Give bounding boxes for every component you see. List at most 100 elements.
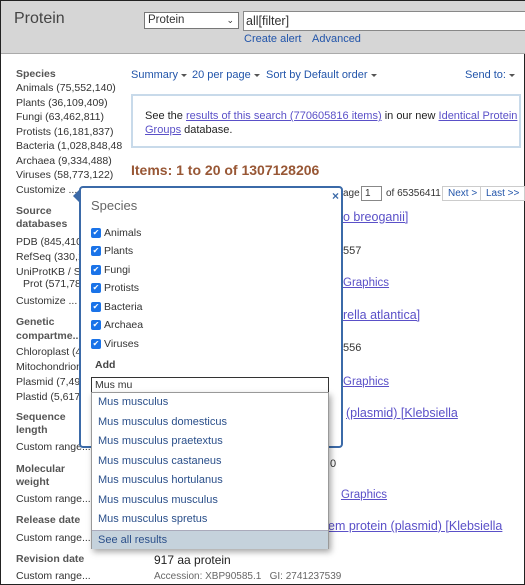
molwt-custom-range[interactable]: Custom range... (16, 493, 91, 505)
close-icon[interactable]: × (332, 189, 339, 203)
ipg-link[interactable]: Identical Protein (439, 110, 518, 122)
page-count: of 65356411 (386, 188, 441, 199)
result-title-4[interactable]: em protein (plasmid) [Klebsiella (328, 519, 502, 533)
result-length-4: 917 aa protein (154, 553, 231, 567)
checkbox-viruses[interactable]: ✔ Viruses (91, 338, 139, 350)
page-label: age (343, 188, 360, 199)
suggestion-item[interactable]: Mus musculus castaneus (92, 452, 328, 472)
filter-uniprot[interactable]: UniProtKB / Sv (16, 266, 86, 278)
checkbox-label: Viruses (104, 338, 139, 350)
suggestion-item[interactable]: Mus musculus praetextus (92, 432, 328, 452)
filter-plasmid[interactable]: Plasmid (7,493 (16, 376, 86, 388)
filter-refseq[interactable]: RefSeq (330,1 (16, 251, 84, 263)
result-title-3[interactable]: (plasmid) [Klebsiella (346, 406, 458, 420)
sort-dropdown[interactable]: Sort by Default order (266, 69, 377, 81)
summary-dropdown[interactable]: Summary (131, 69, 188, 81)
checkbox-checked-icon: ✔ (91, 302, 101, 313)
add-label: Add (95, 359, 116, 371)
result-gi-2: 556 (343, 342, 362, 354)
checkbox-checked-icon: ✔ (91, 283, 101, 294)
source-heading-2: databases (16, 218, 68, 230)
filter-protists[interactable]: Protists (16,181,837) (16, 126, 113, 138)
checkbox-label: Protists (104, 282, 140, 294)
chevron-down-icon: ⌄ (226, 15, 234, 25)
send-to-dropdown[interactable]: Send to: (465, 69, 515, 81)
suggestion-item[interactable]: Mus musculus musculus (92, 491, 328, 511)
species-heading: Species (16, 68, 56, 80)
header: Protein Protein ⌄ all[filter] Create aler… (1, 1, 525, 54)
autocomplete-dropdown: Mus musculus Mus musculus domesticus Mus… (91, 392, 329, 549)
filter-archaea[interactable]: Archaea (9,334,488) (16, 155, 112, 167)
source-heading: Source (16, 205, 52, 217)
filter-plastid[interactable]: Plastid (5,617, (16, 391, 83, 403)
source-customize-link[interactable]: Customize ... (16, 295, 77, 307)
filter-fungi[interactable]: Fungi (63,462,811) (16, 111, 104, 123)
checkbox-animals[interactable]: ✔ Animals (91, 227, 141, 239)
advanced-link[interactable]: Advanced (312, 33, 361, 45)
result-title-2[interactable]: rella atlantica] (343, 308, 420, 322)
result-accession-4: Accession: XBP90585.1 GI: 2741237539 (154, 571, 342, 582)
per-page-dropdown[interactable]: 20 per page (192, 69, 260, 81)
filter-uniprot-2[interactable]: Prot (571,788 (23, 278, 87, 290)
suggestion-item[interactable]: Mus musculus domesticus (92, 413, 328, 433)
filter-mitochondrion[interactable]: Mitochondrion (16, 361, 82, 373)
seqlen-heading: Sequence (16, 411, 66, 423)
summary-label: Summary (131, 69, 179, 81)
filter-plants[interactable]: Plants (36,109,409) (16, 97, 108, 109)
checkbox-bacteria[interactable]: ✔ Bacteria (91, 301, 143, 313)
checkbox-checked-icon: ✔ (91, 228, 101, 239)
last-button[interactable]: Last >> (480, 186, 525, 201)
filter-animals[interactable]: Animals (75,552,140) (16, 82, 116, 94)
molwt-heading: Molecular (16, 463, 66, 475)
notice-text-2: in our new (381, 110, 439, 122)
checkbox-plants[interactable]: ✔ Plants (91, 245, 133, 257)
checkbox-protists[interactable]: ✔ Protists (91, 282, 139, 294)
graphics-link-3[interactable]: Graphics (341, 489, 387, 501)
filter-viruses[interactable]: Viruses (58,773,122) (16, 169, 113, 181)
suggestion-item[interactable]: Mus musculus spretus (92, 510, 328, 530)
create-alert-link[interactable]: Create alert (244, 33, 301, 45)
next-button[interactable]: Next > (442, 186, 484, 201)
species-customize-link[interactable]: Customize ... (16, 184, 77, 196)
checkbox-checked-icon: ✔ (91, 265, 101, 276)
per-page-label: 20 per page (192, 69, 251, 81)
checkbox-label: Bacteria (104, 301, 143, 313)
caret-down-icon (370, 73, 377, 77)
db-select-value: Protein (148, 14, 185, 26)
genetic-heading: Genetic (16, 316, 55, 328)
seqlen-heading-2: length (16, 424, 48, 436)
result-title-1[interactable]: o breoganii] (343, 210, 408, 224)
checkbox-checked-icon: ✔ (91, 320, 101, 331)
suggestion-item[interactable]: Mus musculus hortulanus (92, 471, 328, 491)
page-title: Protein (14, 10, 65, 27)
popup-title: Species (91, 198, 138, 213)
ipg-link-2[interactable]: Groups (145, 124, 181, 136)
revision-custom-range[interactable]: Custom range... (16, 570, 91, 582)
page-input[interactable]: 1 (361, 186, 382, 201)
search-input[interactable]: all[filter] (243, 11, 525, 31)
sort-label: Sort by Default order (266, 69, 368, 81)
checkbox-label: Fungi (104, 264, 131, 276)
result-gi-1: 557 (343, 245, 362, 257)
release-custom-range[interactable]: Custom range... (16, 532, 91, 544)
filter-pdb[interactable]: PDB (845,410) (16, 236, 85, 248)
ipg-notice: See the results of this search (77060581… (131, 94, 521, 148)
database-select[interactable]: Protein ⌄ (144, 12, 239, 29)
filter-bacteria[interactable]: Bacteria (1,028,848,48 (16, 140, 122, 152)
notice-text: See the (145, 110, 186, 122)
result-gi-3: 0 (330, 458, 337, 470)
suggestion-item[interactable]: Mus musculus (92, 393, 328, 413)
add-species-input[interactable]: Mus mu (91, 377, 329, 393)
checkbox-archaea[interactable]: ✔ Archaea (91, 319, 143, 331)
graphics-link-2[interactable]: Graphics (343, 376, 389, 388)
graphics-link-1[interactable]: Graphics (343, 277, 389, 289)
send-to-label: Send to: (465, 69, 506, 81)
checkbox-checked-icon: ✔ (91, 339, 101, 350)
checkbox-label: Animals (104, 227, 142, 239)
search-results-link[interactable]: results of this search (770605816 items) (186, 110, 382, 122)
see-all-results[interactable]: See all results (92, 529, 328, 549)
filter-chloroplast[interactable]: Chloroplast (4, (16, 346, 84, 358)
revision-heading: Revision date (16, 553, 85, 565)
checkbox-fungi[interactable]: ✔ Fungi (91, 264, 130, 276)
caret-down-icon (508, 73, 515, 77)
